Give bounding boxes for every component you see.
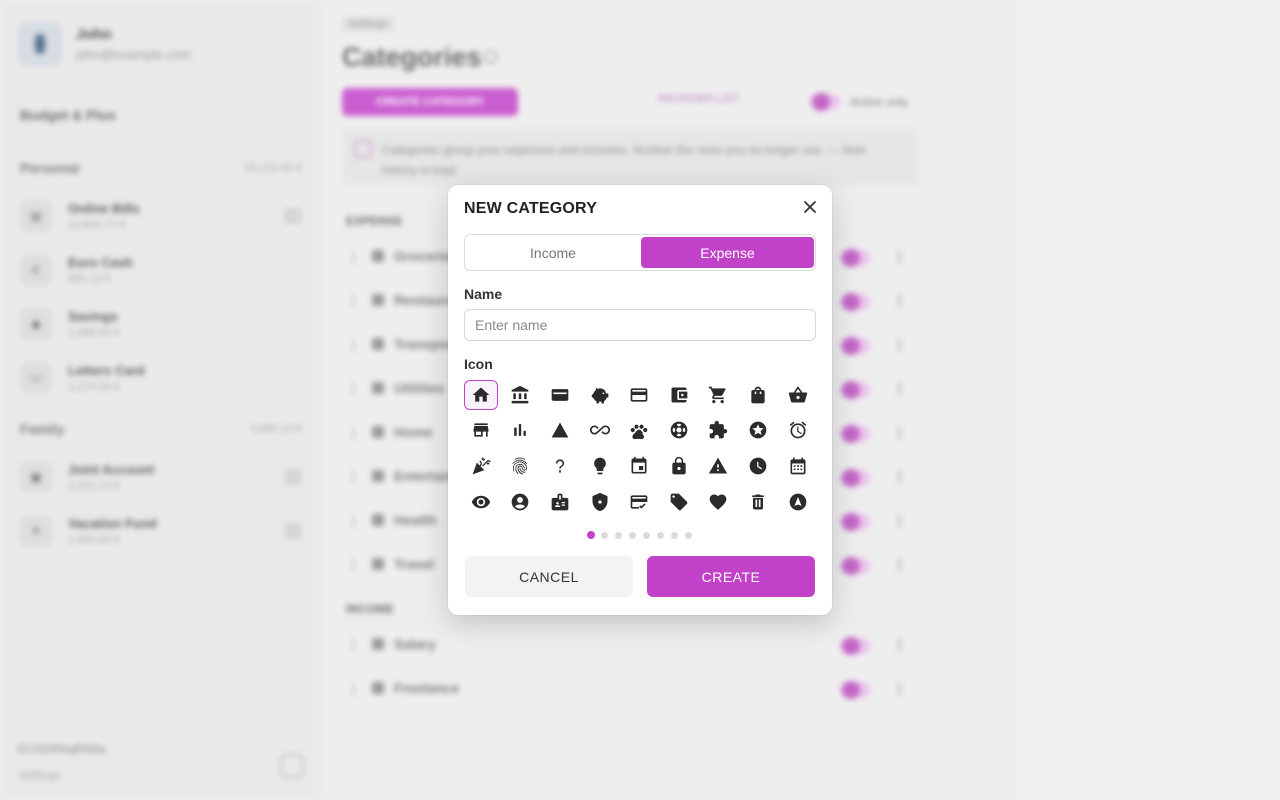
piggy-bank-icon[interactable] [583,380,617,410]
shield-icon[interactable] [583,487,617,517]
name-input[interactable] [464,309,816,341]
heart-icon[interactable] [701,487,735,517]
name-label: Name [464,286,503,302]
tag-icon[interactable] [662,487,696,517]
eye-icon[interactable] [464,487,498,517]
clock-icon[interactable] [741,451,775,481]
tab-expense[interactable]: Expense [641,237,814,268]
fingerprint-icon[interactable] [503,451,537,481]
wallet-icon[interactable] [543,380,577,410]
warning-icon[interactable] [701,451,735,481]
home-icon[interactable] [464,380,498,410]
pager-dot[interactable] [671,531,678,539]
close-icon[interactable] [800,197,820,217]
trash-icon[interactable] [741,487,775,517]
celebration-icon[interactable] [464,451,498,481]
triangle-icon[interactable] [543,415,577,445]
account-circle-icon[interactable] [503,487,537,517]
alarm-icon[interactable] [781,415,815,445]
infinity-icon[interactable] [583,415,617,445]
event-icon[interactable] [622,451,656,481]
pager-dot[interactable] [629,531,636,539]
pager-dot[interactable] [657,531,664,539]
question-mark-icon[interactable] [543,451,577,481]
lock-icon[interactable] [662,451,696,481]
type-selector: Income Expense [464,234,816,271]
create-button[interactable]: CREATE [647,556,815,597]
pager-dot[interactable] [601,531,608,539]
pager-dot[interactable] [685,531,692,539]
lifebuoy-icon[interactable] [662,415,696,445]
credit-card-icon[interactable] [622,380,656,410]
shopping-basket-icon[interactable] [781,380,815,410]
lightbulb-icon[interactable] [583,451,617,481]
badge-icon[interactable] [543,487,577,517]
tab-income[interactable]: Income [467,237,639,268]
pager-dot[interactable] [615,531,622,539]
card-check-icon[interactable] [622,487,656,517]
dialog-title: NEW CATEGORY [464,200,598,217]
bar-chart-icon[interactable] [503,415,537,445]
pager-dot[interactable] [643,531,650,539]
store-icon[interactable] [464,415,498,445]
pager-dot[interactable] [587,531,595,539]
shopping-bag-icon[interactable] [741,380,775,410]
account-balance-wallet-icon[interactable] [662,380,696,410]
calendar-icon[interactable] [781,451,815,481]
shopping-cart-icon[interactable] [701,380,735,410]
cancel-button[interactable]: CANCEL [465,556,633,597]
icon-label: Icon [464,356,493,372]
bank-icon[interactable] [503,380,537,410]
navigation-icon[interactable] [781,487,815,517]
new-category-dialog: NEW CATEGORY Income Expense Name Icon CA… [448,185,832,615]
paw-icon[interactable] [622,415,656,445]
star-circle-icon[interactable] [741,415,775,445]
puzzle-icon[interactable] [701,415,735,445]
